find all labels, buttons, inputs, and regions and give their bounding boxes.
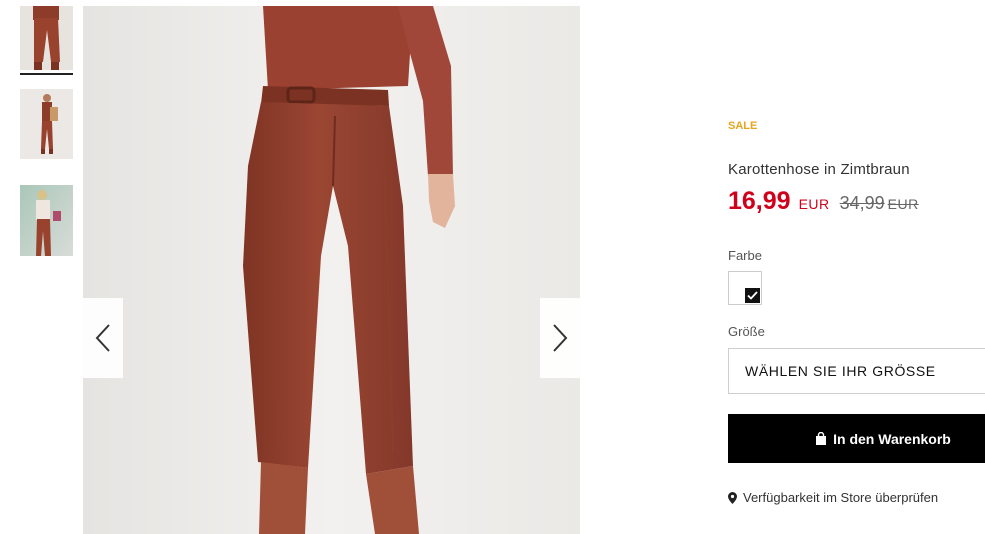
sale-badge: SALE (728, 120, 758, 132)
check-store-availability-link[interactable]: Verfügbarkeit im Store überprüfen (728, 490, 938, 505)
checkmark-icon (745, 288, 760, 303)
old-price: 34,99 (839, 193, 885, 213)
price-row: 16,99 EUR 34,99 EUR (728, 187, 919, 216)
active-thumbnail-indicator (20, 73, 73, 75)
thumbnail-full-body[interactable] (20, 89, 73, 159)
previous-image-button[interactable] (83, 298, 123, 378)
map-pin-icon (728, 491, 737, 504)
shopping-bag-icon (815, 432, 827, 445)
thumbnail-front[interactable] (20, 6, 73, 70)
old-price-currency: EUR (887, 196, 919, 212)
add-to-cart-label: In den Warenkorb (833, 430, 951, 447)
chevron-right-icon (553, 324, 568, 352)
size-label: Größe (728, 324, 765, 339)
size-select[interactable]: WÄHLEN SIE IHR GRÖSSE (728, 348, 985, 394)
current-price: 16,99 (728, 187, 791, 215)
add-to-cart-button[interactable]: In den Warenkorb (728, 414, 985, 463)
current-price-currency: EUR (798, 196, 830, 212)
color-swatch-selected[interactable] (728, 271, 762, 305)
chevron-left-icon (95, 324, 110, 352)
product-title: Karottenhose in Zimtbraun (728, 161, 910, 178)
next-image-button[interactable] (540, 298, 580, 378)
store-availability-label: Verfügbarkeit im Store überprüfen (743, 490, 939, 505)
product-main-image (83, 6, 580, 534)
color-label: Farbe (728, 248, 762, 263)
thumbnail-side[interactable] (20, 185, 73, 256)
